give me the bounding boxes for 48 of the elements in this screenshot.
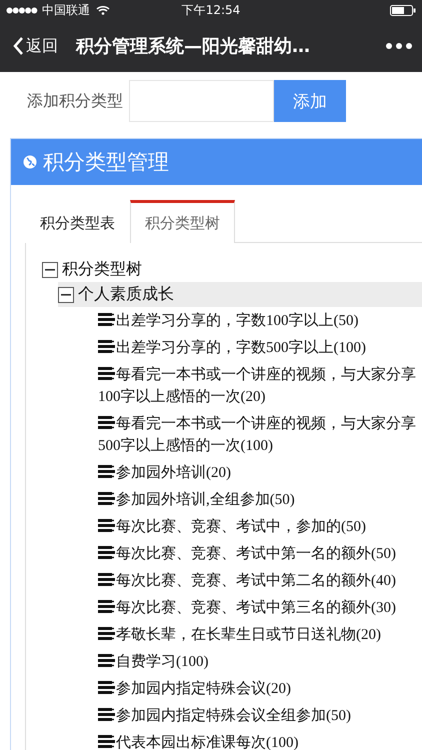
list-icon [98,312,115,326]
tree-leaf[interactable]: 参加园外培训(20) [98,459,419,486]
list-icon [98,366,115,380]
list-icon [98,416,115,428]
tree-leaf[interactable]: 每次比赛、竞赛、考试中第三名的额外(30) [98,594,419,621]
tab[interactable]: 积分类型树 [130,200,235,243]
tree-leaf[interactable]: 参加园内指定特殊会议(20) [98,675,419,702]
more-icon[interactable] [386,43,412,49]
status-time: 下午12:54 [182,2,240,18]
tree-leaf[interactable]: 代表本园出标准课每次(100) [98,729,419,750]
tree-leaf[interactable]: 参加园内指定特殊会议全组参加(50) [98,702,419,729]
tree-leaf[interactable]: 每看完一本书或一个讲座的视频，与大家分享500字以上感悟的一次(100) [98,410,419,459]
back-link[interactable]: 返回 [12,36,58,56]
battery-icon [390,4,416,16]
tree-leaf[interactable]: 孝敬长辈，在长辈生日或节日送礼物(20) [98,621,419,648]
collapse-icon[interactable] [42,262,58,278]
tree-leaf[interactable]: 每次比赛、竞赛、考试中第二名的额外(40) [98,567,419,594]
tree-leaf[interactable]: 自费学习(100) [98,648,419,675]
list-icon [98,680,115,694]
tree-leaf[interactable]: 每次比赛、竞赛、考试中，参加的(50) [98,513,419,540]
list-icon [98,492,115,504]
list-icon [98,600,115,612]
list-icon [98,708,115,720]
globe-icon [23,155,37,169]
list-icon [98,518,115,532]
list-icon [98,626,115,640]
field-label: 添加积分类型 [27,90,123,112]
tree-node[interactable]: 积分类型树 [42,257,422,282]
chevron-left-icon [12,36,24,56]
list-icon [98,340,115,352]
carrier-name: 中国联通 [42,2,90,18]
list-icon [98,464,115,478]
tree-node[interactable]: 个人素质成长 [58,282,422,307]
list-icon [98,572,115,586]
tree-leaf[interactable]: 每次比赛、竞赛、考试中第一名的额外(50) [98,540,419,567]
signal-icon [6,6,38,14]
tree-leaf[interactable]: 出差学习分享的，字数100字以上(50) [98,307,419,334]
tree-leaf[interactable]: 每看完一本书或一个讲座的视频，与大家分享100字以上感悟的一次(20) [98,361,419,410]
tree-leaf[interactable]: 参加园外培训,全组参加(50) [98,486,419,513]
list-icon [98,546,115,558]
page-title: 积分管理系统—阳光馨甜幼… [76,35,311,58]
panel-title: 积分类型管理 [43,149,169,176]
list-icon [98,654,115,666]
list-icon [98,734,115,748]
wifi-icon [96,5,110,15]
collapse-icon[interactable] [58,286,74,302]
input-field[interactable] [129,80,274,122]
tree-leaf[interactable]: 出差学习分享的，字数500字以上(100) [98,334,419,361]
